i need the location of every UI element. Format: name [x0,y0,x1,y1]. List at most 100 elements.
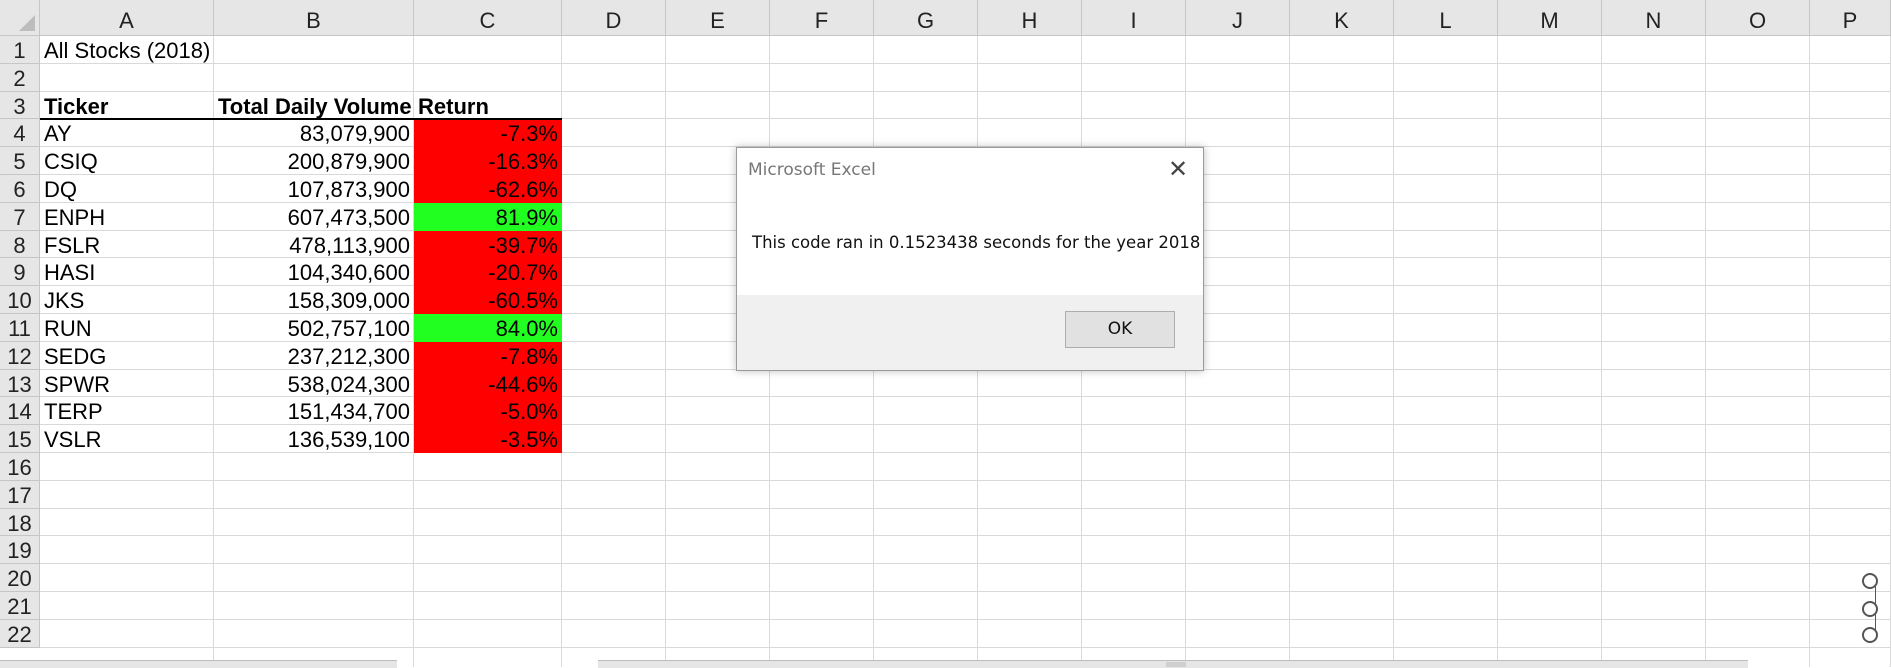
row-header-6[interactable]: 6 [0,175,40,203]
column-header-h[interactable]: H [978,0,1082,36]
row-header-1[interactable]: 1 [0,36,40,64]
ticker-cell[interactable]: CSIQ [40,147,214,174]
gridline [40,563,1891,565]
row-header-8[interactable]: 8 [0,230,40,259]
return-cell[interactable]: -16.3% [414,147,562,176]
return-cell[interactable]: 84.0% [414,314,562,342]
volume-cell[interactable]: 538,024,300 [214,370,414,397]
row-header-17[interactable]: 17 [0,480,40,509]
row-header-5[interactable]: 5 [0,147,40,175]
column-header-d[interactable]: D [562,0,666,36]
ticker-cell[interactable]: VSLR [40,425,214,452]
close-icon[interactable]: ✕ [1163,154,1193,184]
column-header-p[interactable]: P [1810,0,1891,36]
column-header-c[interactable]: C [414,0,562,36]
volume-cell[interactable]: 83,079,900 [214,119,414,146]
ticker-cell[interactable]: JKS [40,286,214,313]
row-header-16[interactable]: 16 [0,453,40,481]
header-volume-cell[interactable]: Total Daily Volume [214,92,414,119]
return-cell[interactable]: -7.3% [414,119,562,148]
gridline [40,507,1891,509]
volume-cell[interactable]: 607,473,500 [214,203,414,230]
row-header-4[interactable]: 4 [0,119,40,148]
gridline [1705,36,1706,667]
return-cell[interactable]: -62.6% [414,175,562,203]
row-header-11[interactable]: 11 [0,314,40,342]
row-header-13[interactable]: 13 [0,369,40,398]
volume-cell[interactable]: 502,757,100 [214,314,414,341]
return-cell[interactable]: -7.8% [414,341,562,370]
volume-cell[interactable]: 104,340,600 [214,258,414,285]
header-row-underline [40,118,562,120]
row-header-7[interactable]: 7 [0,202,40,231]
return-cell[interactable]: -60.5% [414,286,562,315]
column-header-a[interactable]: A [40,0,214,36]
row-header-21[interactable]: 21 [0,592,40,620]
row-header-9[interactable]: 9 [0,258,40,287]
column-header-i[interactable]: I [1082,0,1186,36]
return-cell[interactable]: -5.0% [414,397,562,426]
ticker-cell[interactable]: DQ [40,175,214,202]
volume-cell[interactable]: 158,309,000 [214,286,414,313]
gridline [40,62,1891,64]
resize-handle-icon[interactable] [1862,601,1878,617]
gridline [40,535,1891,537]
volume-cell[interactable]: 237,212,300 [214,342,414,369]
column-header-e[interactable]: E [666,0,770,36]
return-cell[interactable]: -39.7% [414,230,562,259]
row-header-18[interactable]: 18 [0,508,40,537]
ticker-cell[interactable]: FSLR [40,231,214,258]
ticker-cell[interactable]: AY [40,119,214,146]
gridline [1289,36,1290,667]
column-header-m[interactable]: M [1498,0,1602,36]
select-all-corner[interactable] [0,0,40,36]
return-cell[interactable]: -44.6% [414,369,562,398]
row-header-3[interactable]: 3 [0,91,40,120]
column-header-g[interactable]: G [874,0,978,36]
volume-cell[interactable]: 107,873,900 [214,175,414,202]
return-cell[interactable]: 81.9% [414,202,562,231]
return-cell[interactable]: -3.5% [414,425,562,454]
ticker-cell[interactable]: RUN [40,314,214,341]
row-header-14[interactable]: 14 [0,397,40,426]
row-header-15[interactable]: 15 [0,425,40,453]
column-header-b[interactable]: B [214,0,414,36]
column-header-l[interactable]: L [1394,0,1498,36]
sheet-title-cell[interactable]: All Stocks (2018) [40,36,214,63]
ticker-cell[interactable]: TERP [40,397,214,424]
ok-button[interactable]: OK [1065,311,1175,348]
ticker-cell[interactable]: HASI [40,258,214,285]
gridline [1393,36,1394,667]
ticker-cell[interactable]: ENPH [40,203,214,230]
volume-cell[interactable]: 151,434,700 [214,397,414,424]
ticker-cell[interactable]: SEDG [40,342,214,369]
ticker-cell[interactable]: SPWR [40,370,214,397]
row-header-10[interactable]: 10 [0,286,40,314]
row-header-20[interactable]: 20 [0,564,40,592]
gridline [40,479,1891,481]
dialog-title: Microsoft Excel [748,160,876,180]
resize-handle-icon[interactable] [1862,573,1878,589]
volume-cell[interactable]: 136,539,100 [214,425,414,452]
volume-cell[interactable]: 200,879,900 [214,147,414,174]
header-return-cell[interactable]: Return [414,92,562,119]
horizontal-scrollbar-thumb[interactable] [1166,662,1186,667]
dialog-message: This code ran in 0.1523438 seconds for t… [752,233,1201,252]
column-header-n[interactable]: N [1602,0,1706,36]
dialog-footer: OK [737,295,1203,370]
gridline [665,36,666,667]
gridline [40,618,1891,620]
return-cell[interactable]: -20.7% [414,258,562,287]
resize-handle-icon[interactable] [1862,627,1878,643]
volume-cell[interactable]: 478,113,900 [214,231,414,258]
row-header-2[interactable]: 2 [0,63,40,92]
column-header-o[interactable]: O [1706,0,1810,36]
row-header-22[interactable]: 22 [0,619,40,648]
row-header-19[interactable]: 19 [0,536,40,565]
message-box-dialog: Microsoft Excel ✕ This code ran in 0.152… [736,147,1204,371]
column-header-f[interactable]: F [770,0,874,36]
column-header-k[interactable]: K [1290,0,1394,36]
header-ticker-cell[interactable]: Ticker [40,92,214,119]
row-header-12[interactable]: 12 [0,341,40,370]
column-header-j[interactable]: J [1186,0,1290,36]
